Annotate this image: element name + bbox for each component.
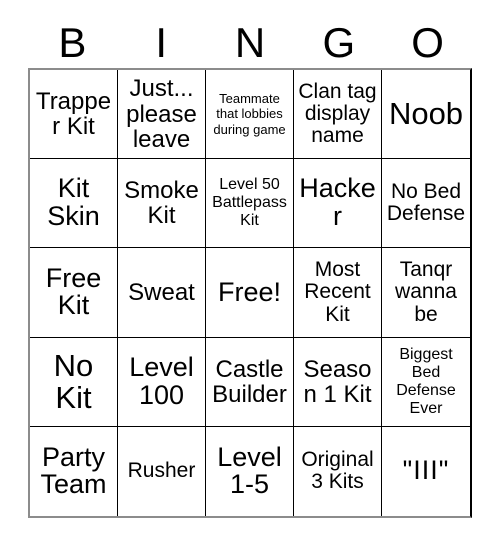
bingo-cell[interactable]: Sweat <box>118 248 206 338</box>
bingo-cell-label: Trapper Kit <box>35 87 112 141</box>
bingo-cell-label: Teammate that lobbies during game <box>213 91 286 137</box>
bingo-cell-label: Party Team <box>40 441 107 500</box>
bingo-cell-label: Smoke Kit <box>124 177 199 230</box>
bingo-cell-label: Level 50 Battlepass Kit <box>212 176 287 230</box>
bingo-cell[interactable]: No Bed Defense <box>382 159 470 249</box>
bingo-grid: Trapper Kit Just... please leave Teammate … <box>28 68 472 518</box>
bingo-cell[interactable]: Clan tag display name <box>294 70 382 160</box>
bingo-cell-label: Most Recent Kit <box>304 258 371 326</box>
bingo-cell-label: Free Kit <box>45 262 102 321</box>
bingo-cell[interactable]: Biggest Bed Defense Ever <box>382 337 470 427</box>
bingo-cell-label: No Bed Defense <box>386 180 466 226</box>
bingo-cell[interactable]: Teammate that lobbies during game <box>206 70 294 160</box>
bingo-cell-label: Noob <box>388 96 464 132</box>
bingo-cell[interactable]: Most Recent Kit <box>294 248 382 338</box>
bingo-cell-label: Free! <box>217 276 282 307</box>
bingo-cell[interactable]: Level 100 <box>118 337 206 427</box>
bingo-header-letter-b: B <box>58 19 87 66</box>
bingo-cell-label: Season 1 Kit <box>303 355 372 408</box>
bingo-card: B I N G O Trapper Kit Just... please leav… <box>0 0 500 544</box>
bingo-cell-label: Original 3 Kits <box>301 448 374 494</box>
bingo-cell[interactable]: Season 1 Kit <box>294 337 382 427</box>
bingo-cell[interactable]: Free Kit <box>30 248 118 338</box>
bingo-cell[interactable]: Trapper Kit <box>30 70 118 160</box>
bingo-cell-label: Biggest Bed Defense Ever <box>396 345 456 417</box>
bingo-free-space[interactable]: Free! <box>206 248 294 338</box>
bingo-cell-label: Sweat <box>128 278 195 306</box>
bingo-header-letter-o: O <box>411 19 444 66</box>
bingo-cell[interactable]: Castle Builder <box>206 337 294 427</box>
bingo-cell-label: "III" <box>402 455 450 486</box>
bingo-cell-label: Tanqr wanna be <box>395 258 457 326</box>
bingo-cell[interactable]: Smoke Kit <box>118 159 206 249</box>
bingo-cell[interactable]: Level 1-5 <box>206 426 294 516</box>
bingo-cell-label: No Kit <box>53 348 94 415</box>
bingo-cell[interactable]: Kit Skin <box>30 159 118 249</box>
bingo-cell[interactable]: Hacker <box>294 159 382 249</box>
bingo-cell[interactable]: Tanqr wanna be <box>382 248 470 338</box>
bingo-cell[interactable]: Party Team <box>30 426 118 516</box>
bingo-header-letter-g: G <box>322 19 356 66</box>
bingo-cell-label: Kit Skin <box>47 173 100 232</box>
bingo-cell-label: Level 100 <box>129 351 194 410</box>
bingo-header-row: B I N G O <box>28 18 472 68</box>
bingo-cell[interactable]: Noob <box>382 70 470 160</box>
bingo-cell[interactable]: "III" <box>382 426 470 516</box>
bingo-cell-label: Hacker <box>299 173 376 232</box>
bingo-cell-label: Level 1-5 <box>217 441 282 500</box>
bingo-cell-label: Rusher <box>127 459 196 483</box>
bingo-cell[interactable]: Just... please leave <box>118 70 206 160</box>
bingo-cell[interactable]: Level 50 Battlepass Kit <box>206 159 294 249</box>
bingo-cell-label: Just... please leave <box>126 75 197 153</box>
bingo-cell[interactable]: Original 3 Kits <box>294 426 382 516</box>
bingo-cell[interactable]: Rusher <box>118 426 206 516</box>
bingo-header-letter-n: N <box>234 19 266 66</box>
bingo-cell-label: Clan tag display name <box>298 79 377 148</box>
bingo-cell-label: Castle Builder <box>212 355 287 408</box>
bingo-header-letter-i: I <box>155 19 168 66</box>
bingo-cell[interactable]: No Kit <box>30 337 118 427</box>
